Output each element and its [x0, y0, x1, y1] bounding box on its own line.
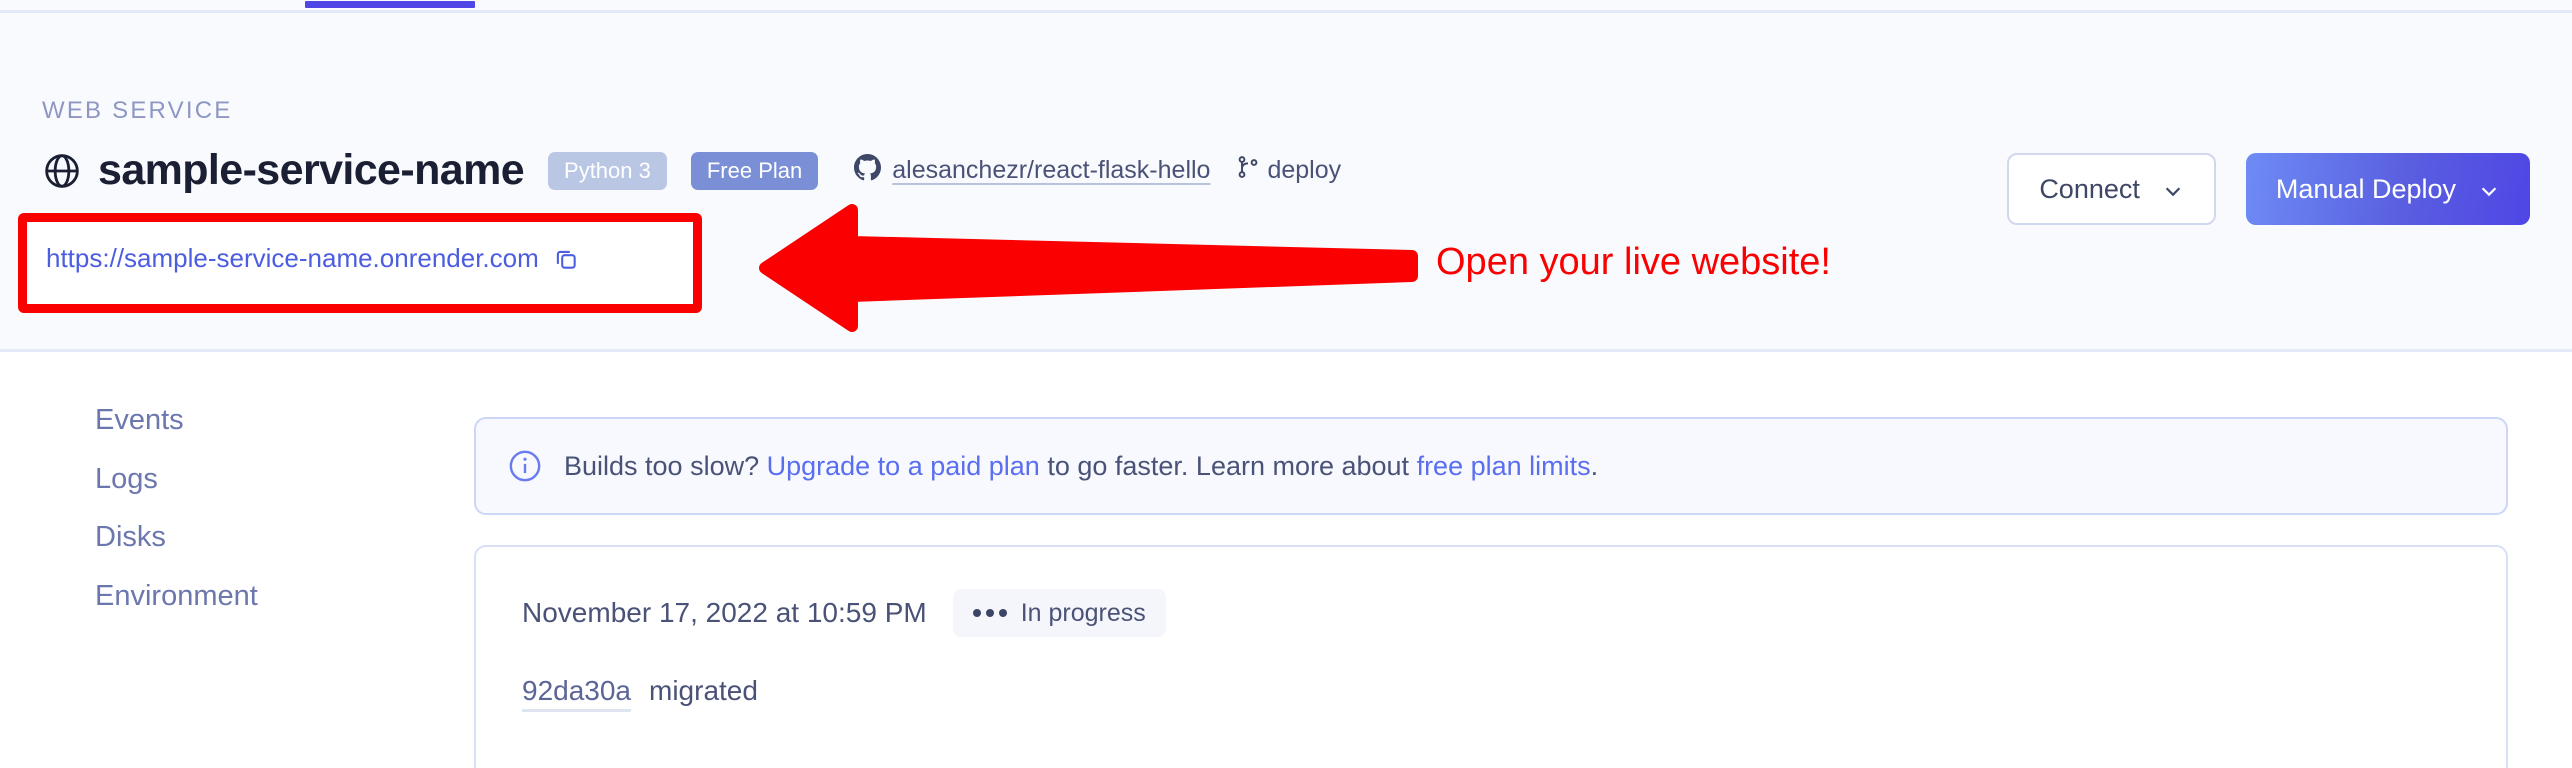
connect-button[interactable]: Connect	[2007, 153, 2216, 225]
globe-icon	[42, 151, 82, 191]
free-plan-limits-link[interactable]: free plan limits	[1417, 451, 1591, 481]
info-icon	[508, 449, 542, 483]
badge-plan: Free Plan	[690, 151, 819, 190]
git-branch-icon	[1236, 155, 1260, 186]
upgrade-link[interactable]: Upgrade to a paid plan	[767, 451, 1040, 481]
page-eyebrow: WEB SERVICE	[42, 97, 233, 124]
service-url-text[interactable]: https://sample-service-name.onrender.com	[46, 243, 539, 274]
page-title: sample-service-name	[98, 146, 525, 194]
in-progress-dots-icon	[972, 609, 1007, 617]
banner-text: Builds too slow? Upgrade to a paid plan …	[564, 451, 1598, 482]
branch-link[interactable]: deploy	[1236, 155, 1341, 186]
page-body: Events Logs Disks Environment Builds too…	[0, 355, 2572, 768]
service-header: WEB SERVICE sample-service-name Python 3…	[0, 13, 2572, 352]
chevron-down-icon	[2162, 178, 2184, 200]
title-row: sample-service-name Python 3 Free Plan a…	[42, 149, 1341, 192]
annotation-text: Open your live website!	[1436, 241, 1831, 283]
deploy-card-commit: 92da30a migrated	[522, 675, 758, 712]
sidebar-item-environment[interactable]: Environment	[95, 580, 258, 613]
page-root: WEB SERVICE sample-service-name Python 3…	[0, 0, 2572, 768]
banner-text-1: Builds too slow?	[564, 450, 767, 481]
commit-message: migrated	[649, 675, 758, 706]
repo-link[interactable]: alesanchezr/react-flask-hello	[854, 153, 1211, 188]
banner-text-2: to go faster. Learn more about	[1039, 450, 1417, 481]
sidebar-item-events[interactable]: Events	[95, 404, 184, 437]
chevron-down-icon	[2478, 178, 2500, 200]
copy-icon[interactable]	[553, 246, 579, 272]
deploy-card: November 17, 2022 at 10:59 PM In progres…	[474, 545, 2508, 768]
badge-language: Python 3	[548, 151, 667, 190]
banner-text-3: .	[1590, 450, 1599, 481]
manual-deploy-label: Manual Deploy	[2275, 173, 2456, 204]
commit-hash-link[interactable]: 92da30a	[522, 675, 632, 712]
status-label: In progress	[1020, 598, 1146, 627]
header-actions: Connect Manual Deploy	[2007, 153, 2530, 225]
sidebar-item-disks[interactable]: Disks	[95, 521, 166, 554]
branch-label: deploy	[1267, 156, 1342, 184]
left-arrow-annotation	[759, 204, 1418, 332]
service-url[interactable]: https://sample-service-name.onrender.com	[46, 243, 579, 274]
sidebar-item-logs[interactable]: Logs	[95, 463, 158, 496]
upgrade-banner: Builds too slow? Upgrade to a paid plan …	[474, 417, 2508, 515]
status-badge: In progress	[952, 589, 1166, 637]
manual-deploy-button[interactable]: Manual Deploy	[2245, 153, 2530, 225]
connect-label: Connect	[2039, 173, 2140, 204]
github-icon	[854, 153, 882, 188]
active-tab-indicator[interactable]	[305, 1, 475, 8]
repo-label: alesanchezr/react-flask-hello	[892, 156, 1211, 184]
top-tab-strip	[0, 0, 2572, 13]
deploy-timestamp: November 17, 2022 at 10:59 PM	[522, 597, 927, 628]
deploy-card-header: November 17, 2022 at 10:59 PM In progres…	[522, 589, 1166, 637]
